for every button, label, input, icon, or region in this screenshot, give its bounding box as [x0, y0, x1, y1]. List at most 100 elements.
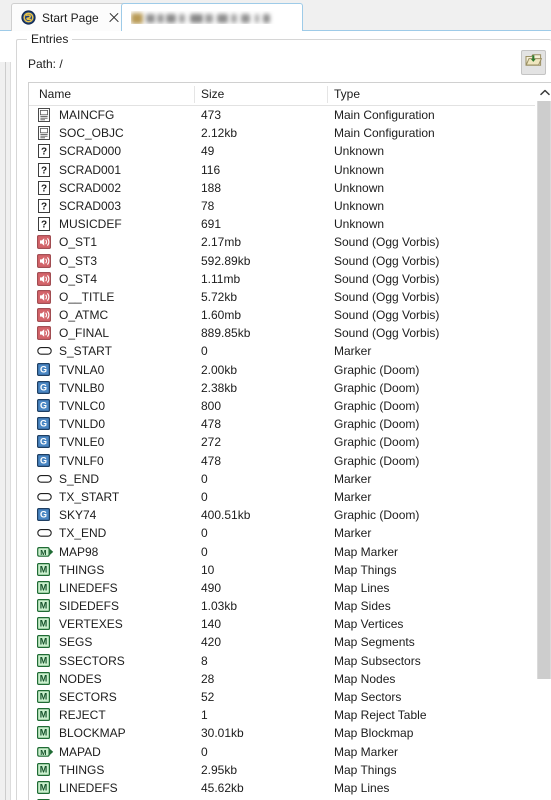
table-row[interactable]: M REJECT 1 Map Reject Table [29, 706, 527, 724]
svg-text:G: G [40, 419, 47, 429]
table-row[interactable]: ? SCRAD002 188 Unknown [29, 179, 527, 197]
scroll-up-button[interactable] [536, 83, 551, 100]
svg-text:M: M [40, 764, 48, 774]
entry-name: LINEDEFS [59, 580, 118, 595]
column-divider[interactable] [194, 86, 195, 103]
table-row[interactable]: G TVNLD0 478 Graphic (Doom) [29, 415, 527, 433]
entry-size: 490 [201, 580, 222, 595]
sound-icon [37, 253, 53, 268]
table-row[interactable]: M SEGS 420 Map Segments [29, 633, 527, 651]
entries-listview[interactable]: Name Size Type MAINCFG 473 Main Configurat… [28, 82, 551, 800]
table-row[interactable]: M LINEDEFS 45.62kb Map Lines [29, 779, 527, 797]
table-row[interactable]: ? SCRAD001 116 Unknown [29, 161, 527, 179]
entry-type: Map Sectors [334, 690, 402, 704]
entry-name: O__TITLE [59, 289, 115, 304]
config-icon [37, 108, 53, 122]
table-row[interactable]: S_START 0 Marker [29, 342, 527, 360]
entry-type: Sound (Ogg Vorbis) [334, 326, 440, 341]
table-row[interactable]: M LINEDEFS 490 Map Lines [29, 579, 527, 597]
scroll-down-button[interactable] [536, 794, 551, 800]
entry-name: SCRAD000 [59, 144, 122, 159]
table-row[interactable]: O_ST4 1.11mb Sound (Ogg Vorbis) [29, 270, 527, 288]
table-row[interactable]: M NODES 28 Map Nodes [29, 670, 527, 688]
table-row[interactable]: M SSECTORS 8 Map Subsectors [29, 652, 527, 670]
table-row[interactable]: O_ST1 2.17mb Sound (Ogg Vorbis) [29, 233, 527, 251]
table-row[interactable]: ? SCRAD003 78 Unknown [29, 197, 527, 215]
entry-type: Graphic (Doom) [334, 453, 420, 468]
table-row[interactable]: O_ATMC 1.60mb Sound (Ogg Vorbis) [29, 306, 527, 324]
tab-archive[interactable] [121, 3, 303, 31]
close-icon[interactable] [108, 12, 120, 24]
svg-text:M: M [40, 747, 46, 756]
table-row[interactable]: G TVNLC0 800 Graphic (Doom) [29, 397, 527, 415]
map-icon: M [37, 580, 53, 595]
column-header-size[interactable]: Size [201, 87, 224, 101]
svg-text:?: ? [41, 183, 47, 194]
table-row[interactable]: TX_START 0 Marker [29, 488, 527, 506]
sound-icon [37, 235, 53, 250]
table-row[interactable]: G TVNLF0 478 Graphic (Doom) [29, 452, 527, 470]
scrollbar-thumb[interactable] [537, 101, 551, 679]
table-row[interactable]: M SECTORS 52 Map Sectors [29, 688, 527, 706]
map-icon: M [37, 635, 53, 649]
vertical-scrollbar[interactable] [535, 83, 551, 800]
table-row[interactable]: M BLOCKMAP 30.01kb Map Blockmap [29, 724, 527, 742]
entry-type: Map Things [334, 562, 397, 577]
table-row[interactable]: M SIDEDEFS 1.03kb Map Sides [29, 597, 527, 615]
path-label: Path: [28, 57, 57, 71]
entry-type: Map Sides [334, 599, 391, 614]
entry-type: Map Marker [334, 744, 399, 759]
entry-type: Unknown [334, 180, 385, 195]
groupbox-legend: Entries [27, 32, 73, 46]
table-row[interactable]: G TVNLE0 272 Graphic (Doom) [29, 433, 527, 451]
entry-size: 28 [201, 671, 215, 686]
svg-text:M: M [40, 564, 48, 574]
table-row[interactable]: M MAPAD 0 Map Marker [29, 743, 527, 761]
table-row[interactable]: SOC_OBJC 2.12kb Main Configuration [29, 124, 527, 142]
graphic-icon: G [37, 399, 53, 413]
graphic-icon: G [37, 508, 53, 522]
sound-icon [37, 326, 53, 341]
table-row[interactable]: MAINCFG 473 Main Configuration [29, 106, 527, 124]
table-row[interactable]: M THINGS 10 Map Things [29, 561, 527, 579]
table-row[interactable]: S_END 0 Marker [29, 470, 527, 488]
table-row[interactable]: M MAP98 0 Map Marker [29, 543, 527, 561]
sound-icon [37, 271, 53, 286]
entry-type: Main Configuration [334, 108, 435, 122]
column-header-type[interactable]: Type [334, 87, 360, 101]
entry-type: Graphic (Doom) [334, 435, 420, 450]
import-files-button[interactable] [521, 50, 546, 75]
path-value: / [59, 57, 63, 71]
entry-size: 0 [201, 744, 208, 759]
tab-start-page[interactable]: Start Page [11, 3, 128, 31]
entry-size: 188 [201, 180, 222, 195]
svg-text:M: M [40, 583, 48, 593]
entry-type: Graphic (Doom) [334, 399, 420, 413]
table-row[interactable]: G TVNLB0 2.38kb Graphic (Doom) [29, 379, 527, 397]
entry-size: 478 [201, 417, 222, 432]
entry-size: 10 [201, 562, 215, 577]
column-header-name[interactable]: Name [39, 87, 71, 101]
entry-name: THINGS [59, 762, 105, 777]
table-row[interactable]: ? MUSICDEF 691 Unknown [29, 215, 527, 233]
column-divider[interactable] [327, 86, 328, 103]
table-row[interactable]: M VERTEXES 140 Map Vertices [29, 615, 527, 633]
table-row[interactable]: TX_END 0 Marker [29, 524, 527, 542]
entry-size: 2.00kb [201, 362, 238, 377]
entry-name: SECTORS [59, 690, 117, 704]
entry-type: Map Subsectors [334, 653, 421, 668]
table-row[interactable]: O__TITLE 5.72kb Sound (Ogg Vorbis) [29, 288, 527, 306]
svg-text:M: M [40, 601, 48, 611]
table-row[interactable]: O_ST3 592.89kb Sound (Ogg Vorbis) [29, 252, 527, 270]
table-row[interactable]: G SKY74 400.51kb Graphic (Doom) [29, 506, 527, 524]
entry-size: 140 [201, 617, 222, 632]
map-icon: M [37, 762, 53, 777]
table-row[interactable]: M THINGS 2.95kb Map Things [29, 761, 527, 779]
table-row[interactable]: G TVNLA0 2.00kb Graphic (Doom) [29, 361, 527, 379]
entry-name: SCRAD003 [59, 198, 122, 213]
table-row[interactable]: O_FINAL 889.85kb Sound (Ogg Vorbis) [29, 324, 527, 342]
entry-size: 5.72kb [201, 289, 238, 304]
entry-type: Map Marker [334, 544, 399, 559]
entry-name: MAINCFG [59, 108, 115, 122]
table-row[interactable]: ? SCRAD000 49 Unknown [29, 142, 527, 160]
